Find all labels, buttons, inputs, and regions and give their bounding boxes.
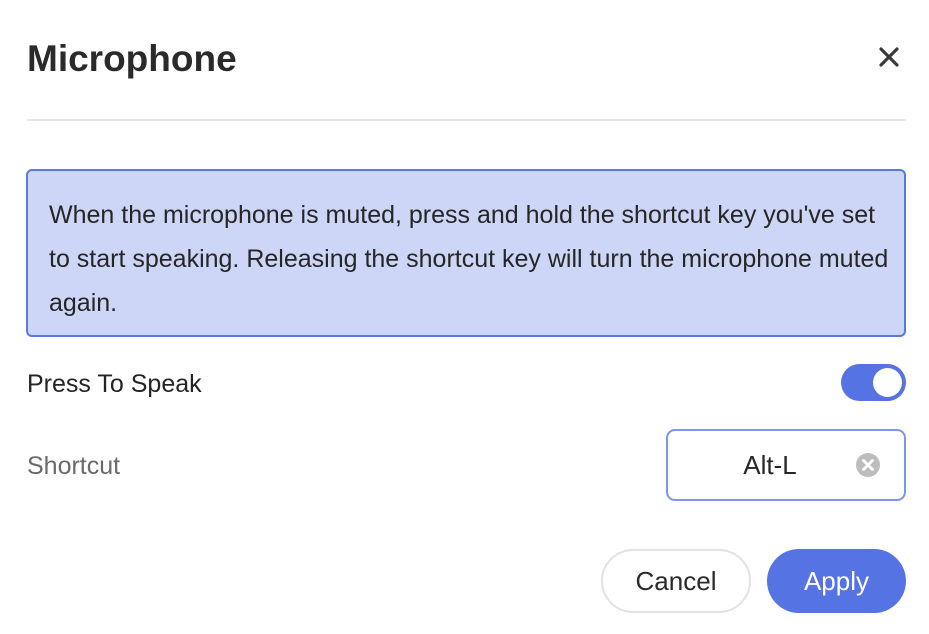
close-button[interactable] bbox=[872, 40, 906, 74]
cancel-button[interactable]: Cancel bbox=[601, 549, 751, 613]
dialog-title: Microphone bbox=[27, 38, 237, 79]
press-to-speak-label: Press To Speak bbox=[27, 370, 202, 398]
toggle-knob bbox=[873, 368, 902, 397]
info-notice: When the microphone is muted, press and … bbox=[26, 169, 906, 337]
header-divider bbox=[27, 119, 906, 121]
info-text: When the microphone is muted, press and … bbox=[49, 201, 889, 317]
apply-button[interactable]: Apply bbox=[767, 549, 906, 613]
shortcut-input[interactable]: Alt-L bbox=[666, 429, 906, 501]
microphone-dialog: Microphone When the microphone is muted,… bbox=[0, 0, 929, 634]
clear-circle-icon bbox=[856, 453, 880, 477]
press-to-speak-toggle[interactable] bbox=[841, 364, 906, 401]
shortcut-value: Alt-L bbox=[743, 450, 797, 480]
clear-shortcut-button[interactable] bbox=[855, 452, 881, 478]
shortcut-label: Shortcut bbox=[27, 452, 121, 480]
close-icon bbox=[879, 47, 899, 67]
